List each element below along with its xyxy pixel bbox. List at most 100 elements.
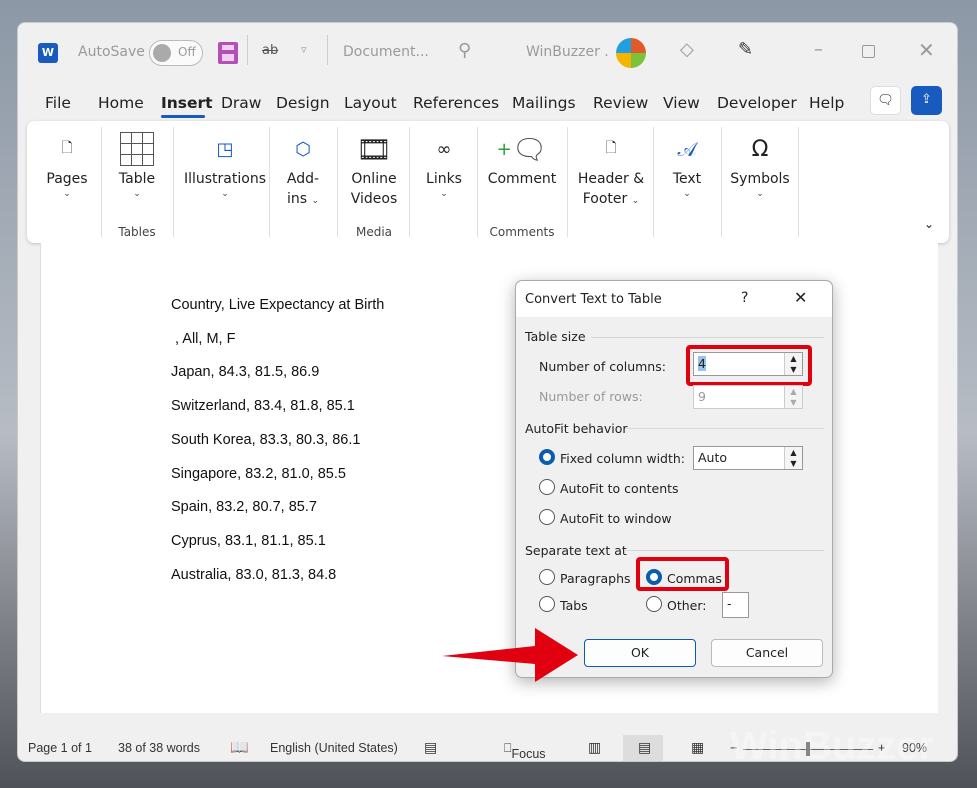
accessibility-icon[interactable]: ▤	[424, 739, 437, 756]
avatar[interactable]	[616, 38, 646, 68]
doc-line: South Korea, 83.3, 80.3, 86.1	[171, 432, 361, 448]
fixed-width-label: Fixed column width:	[560, 451, 686, 466]
rows-stepper: 9 ▲ ▼	[693, 385, 803, 409]
minimize-icon[interactable]: –	[814, 39, 823, 60]
page-count[interactable]: Page 1 of 1	[28, 741, 92, 755]
link-icon: ∞	[436, 138, 452, 160]
focus-button[interactable]: ⎕ Focus	[504, 741, 546, 761]
doc-line: Japan, 84.3, 81.5, 86.9	[171, 364, 320, 380]
online-videos-button[interactable]: 🎞 Online Videos Media	[341, 121, 407, 243]
omega-icon: Ω	[751, 136, 769, 162]
doc-line: Country, Live Expectancy at Birth	[171, 297, 385, 313]
columns-label: Number of columns:	[539, 359, 666, 374]
dialog-close-icon[interactable]: ✕	[794, 288, 807, 307]
cancel-button[interactable]: Cancel	[711, 639, 823, 667]
tab-home[interactable]: Home	[98, 94, 144, 112]
comments-button[interactable]: 🗨	[870, 86, 901, 115]
other-input[interactable]: -	[722, 592, 749, 618]
commas-label: Commas	[667, 571, 722, 586]
ok-button[interactable]: OK	[584, 639, 696, 667]
document-title[interactable]: Document...	[343, 44, 429, 60]
other-label: Other:	[667, 598, 707, 613]
autosave-toggle[interactable]: Off	[149, 40, 203, 66]
new-comment-icon: + 🗨	[496, 132, 548, 166]
text-icon: 𝒜	[677, 137, 697, 161]
tab-review[interactable]: Review	[593, 94, 648, 112]
addins-button[interactable]: ⬡ Add-ins ⌄	[275, 121, 331, 243]
addins-icon: ⬡	[295, 138, 311, 160]
tab-mailings[interactable]: Mailings	[512, 94, 576, 112]
table-size-heading: Table size	[525, 329, 586, 344]
print-layout-icon[interactable]: ▤	[638, 739, 651, 756]
autofit-heading: AutoFit behavior	[525, 421, 628, 436]
dialog-title: Convert Text to Table	[525, 292, 662, 307]
language[interactable]: English (United States)	[270, 741, 398, 755]
paragraphs-radio[interactable]	[539, 569, 555, 585]
doc-line: Singapore, 83.2, 81.0, 85.5	[171, 466, 346, 482]
read-mode-icon[interactable]: ▥	[588, 739, 601, 756]
commas-radio[interactable]	[646, 569, 662, 585]
collapse-ribbon-icon[interactable]: ⌄	[924, 217, 934, 231]
word-count[interactable]: 38 of 38 words	[118, 741, 200, 755]
ribbon: 🗋 Pages ⌄ Table ⌄ Tables ◳ Illustrations ⌄ ⬡ Ad…	[27, 121, 949, 243]
illustrations-button[interactable]: ◳ Illustrations ⌄	[179, 121, 271, 243]
red-arrow-annotation	[442, 628, 578, 682]
paragraphs-label: Paragraphs	[560, 571, 631, 586]
close-icon[interactable]: ✕	[918, 38, 935, 62]
columns-stepper[interactable]: 4 ▲ ▼	[693, 352, 803, 376]
tab-insert[interactable]: Insert	[161, 94, 213, 112]
separate-heading: Separate text at	[525, 543, 627, 558]
autofit-window-label: AutoFit to window	[560, 511, 672, 526]
other-radio[interactable]	[646, 596, 662, 612]
symbols-button[interactable]: Ω Symbols ⌄	[725, 121, 795, 243]
autosave-label: AutoSave	[78, 44, 145, 60]
tab-developer[interactable]: Developer	[717, 94, 797, 112]
table-icon	[107, 129, 167, 169]
table-button[interactable]: Table ⌄ Tables	[107, 121, 167, 243]
web-layout-icon[interactable]: ▦	[691, 739, 704, 756]
doc-line: Switzerland, 83.4, 81.8, 85.1	[171, 398, 355, 414]
text-button[interactable]: 𝒜 Text ⌄	[657, 121, 717, 243]
share-button[interactable]: ⇪	[911, 86, 942, 115]
page-icon: 🗋	[61, 140, 73, 156]
diamond-icon[interactable]: ◇	[680, 39, 694, 60]
maximize-icon[interactable]	[862, 45, 875, 58]
search-icon[interactable]: ⚲	[458, 40, 471, 61]
tab-view[interactable]: View	[663, 94, 700, 112]
doc-line: , All, M, F	[171, 331, 236, 347]
winbuzzer-watermark: WinBuzzer	[730, 724, 935, 768]
autofit-contents-label: AutoFit to contents	[560, 481, 679, 496]
proofing-icon[interactable]: 📖	[230, 738, 249, 756]
convert-text-to-table-dialog: Convert Text to Table ? ✕ Table size Num…	[515, 280, 833, 678]
fixed-width-stepper[interactable]: Auto ▲ ▼	[693, 446, 803, 470]
fixed-width-radio[interactable]	[539, 449, 555, 465]
autofit-contents-radio[interactable]	[539, 479, 555, 495]
tabs-radio[interactable]	[539, 596, 555, 612]
tabs-label: Tabs	[560, 598, 588, 613]
header-icon: 🗋	[605, 140, 617, 156]
help-button[interactable]: ?	[741, 290, 748, 306]
doc-line: Spain, 83.2, 80.7, 85.7	[171, 499, 317, 515]
tab-layout[interactable]: Layout	[344, 94, 397, 112]
customize-qat-icon[interactable]: ▿	[301, 43, 307, 56]
megaphone-icon[interactable]: ✎	[738, 39, 753, 60]
strikethrough-icon[interactable]: ab	[262, 43, 278, 58]
tab-help[interactable]: Help	[809, 94, 844, 112]
user-name[interactable]: WinBuzzer .	[526, 44, 609, 60]
tab-file[interactable]: File	[45, 94, 71, 112]
pages-button[interactable]: 🗋 Pages ⌄	[37, 121, 97, 243]
save-icon[interactable]	[218, 42, 238, 64]
doc-line: Cyprus, 83.1, 81.1, 85.1	[171, 533, 326, 549]
shapes-icon: ◳	[216, 138, 234, 160]
word-logo-icon: W	[38, 43, 58, 63]
tab-design[interactable]: Design	[276, 94, 330, 112]
video-icon: 🎞	[356, 132, 392, 166]
comment-button[interactable]: + 🗨 Comment Comments	[483, 121, 561, 243]
autofit-window-radio[interactable]	[539, 509, 555, 525]
doc-line: Australia, 83.0, 81.3, 84.8	[171, 567, 337, 583]
tab-references[interactable]: References	[413, 94, 499, 112]
links-button[interactable]: ∞ Links ⌄	[413, 121, 475, 243]
header-footer-button[interactable]: 🗋 Header & Footer ⌄	[571, 121, 651, 243]
rows-label: Number of rows:	[539, 389, 643, 404]
tab-draw[interactable]: Draw	[221, 94, 261, 112]
